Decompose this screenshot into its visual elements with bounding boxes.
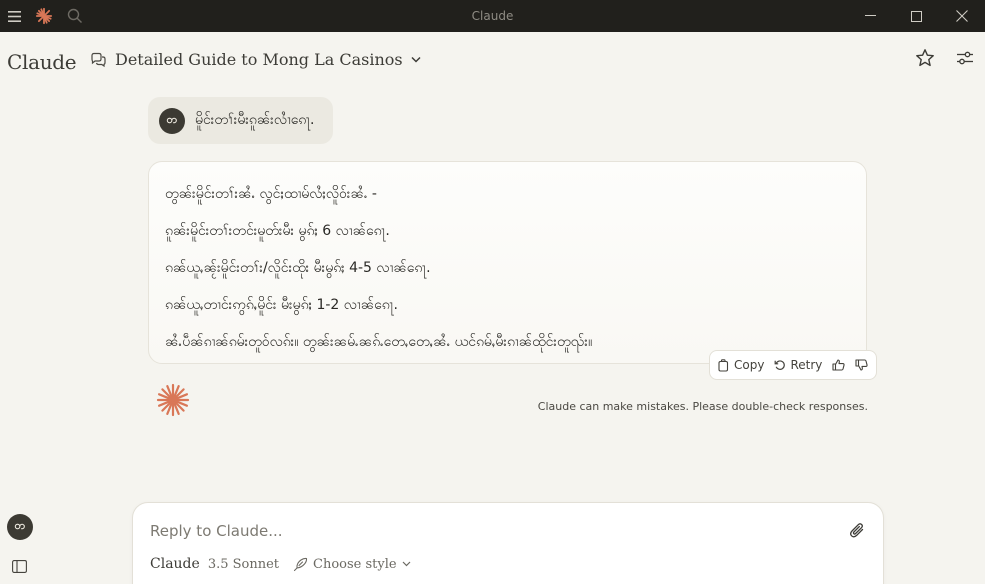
user-message: တ မိူင်းတၢ်းမီးၵူၼ်းလၢႆၵေႃ.: [148, 97, 333, 144]
choose-style-label: Choose style: [313, 556, 397, 572]
reply-input[interactable]: [150, 521, 830, 541]
sidebar-icon: [12, 560, 27, 573]
retry-button[interactable]: Retry: [774, 358, 822, 372]
search-icon[interactable]: [67, 8, 83, 24]
assistant-line: ၵၼ်ယူႇတၢင်းဢွၵ်ႇမိူင်း မီးမွၵ်ႈ 1-2 လၢၼ်…: [165, 297, 398, 313]
conversation-title: Detailed Guide to Mong La Casinos: [115, 50, 403, 69]
copy-button[interactable]: Copy: [718, 358, 764, 372]
retry-icon: [775, 360, 786, 370]
window-title: Claude: [471, 9, 514, 23]
assistant-message: တွၼ်းမိူင်းတၢ်းၼႆႉ လွင်ႈထၢမ်လႆႈလိူဝ်းၼႆႉ…: [148, 161, 867, 364]
settings-button[interactable]: [955, 48, 975, 68]
user-message-text: မိူင်းတၢ်းမီးၵူၼ်းလၢႆၵေႃ.: [195, 112, 315, 128]
quill-icon: [293, 557, 308, 571]
thumbs-down-icon: [855, 359, 868, 371]
minimize-button[interactable]: [847, 0, 893, 32]
model-version[interactable]: 3.5 Sonnet: [208, 557, 279, 572]
star-button[interactable]: [915, 48, 935, 68]
conversation-title-dropdown[interactable]: Detailed Guide to Mong La Casinos: [90, 50, 421, 69]
copy-icon: [718, 358, 729, 372]
claude-spark-icon: [35, 7, 53, 25]
copy-label: Copy: [734, 358, 765, 372]
attach-button[interactable]: [849, 521, 865, 539]
assistant-line: ၵၼ်ယူႇၼႂ်းမိူင်းတၢ်း/လိူင်းထိုး မီးမွၵ်ႈ…: [165, 260, 431, 276]
message-actions: Copy Retry: [709, 350, 878, 380]
message-composer: Claude 3.5 Sonnet Choose style: [132, 502, 884, 584]
assistant-line: တွၼ်းမိူင်းတၢ်းၼႆႉ လွင်ႈထၢမ်လႆႈလိူဝ်းၼႆႉ…: [165, 186, 377, 202]
thumbs-down-button[interactable]: [855, 359, 868, 371]
chevron-down-icon: [411, 56, 421, 63]
thumbs-up-button[interactable]: [832, 359, 845, 371]
sidebar-toggle-button[interactable]: [12, 558, 27, 577]
app-brand[interactable]: Claude: [7, 50, 77, 74]
window-titlebar: Claude: [0, 0, 985, 32]
hamburger-menu-icon[interactable]: [8, 10, 21, 22]
close-window-button[interactable]: [939, 0, 985, 32]
model-name[interactable]: Claude: [150, 556, 200, 572]
account-avatar[interactable]: တ: [7, 514, 33, 540]
user-avatar: တ: [159, 107, 185, 134]
app-header: Claude Detailed Guide to Mong La Casinos: [0, 32, 985, 90]
retry-label: Retry: [790, 358, 823, 372]
maximize-button[interactable]: [893, 0, 939, 32]
thumbs-up-icon: [832, 359, 845, 371]
claude-spark-icon: [156, 383, 190, 421]
assistant-line: ၵူၼ်းမိူင်းတၢ်းတင်းမူတ်းမီး မွၵ်ႈ 6 လၢၼ်…: [165, 223, 390, 239]
chat-bubbles-icon: [91, 52, 106, 67]
chevron-down-icon: [402, 561, 411, 567]
paperclip-icon: [850, 523, 864, 538]
close-icon: [956, 10, 968, 22]
maximize-icon: [910, 10, 922, 22]
choose-style-button[interactable]: Choose style: [293, 557, 411, 572]
star-icon: [916, 49, 934, 67]
settings-sliders-icon: [957, 51, 973, 65]
disclaimer-text: Claude can make mistakes. Please double-…: [537, 400, 868, 413]
minimize-icon: [864, 15, 876, 16]
